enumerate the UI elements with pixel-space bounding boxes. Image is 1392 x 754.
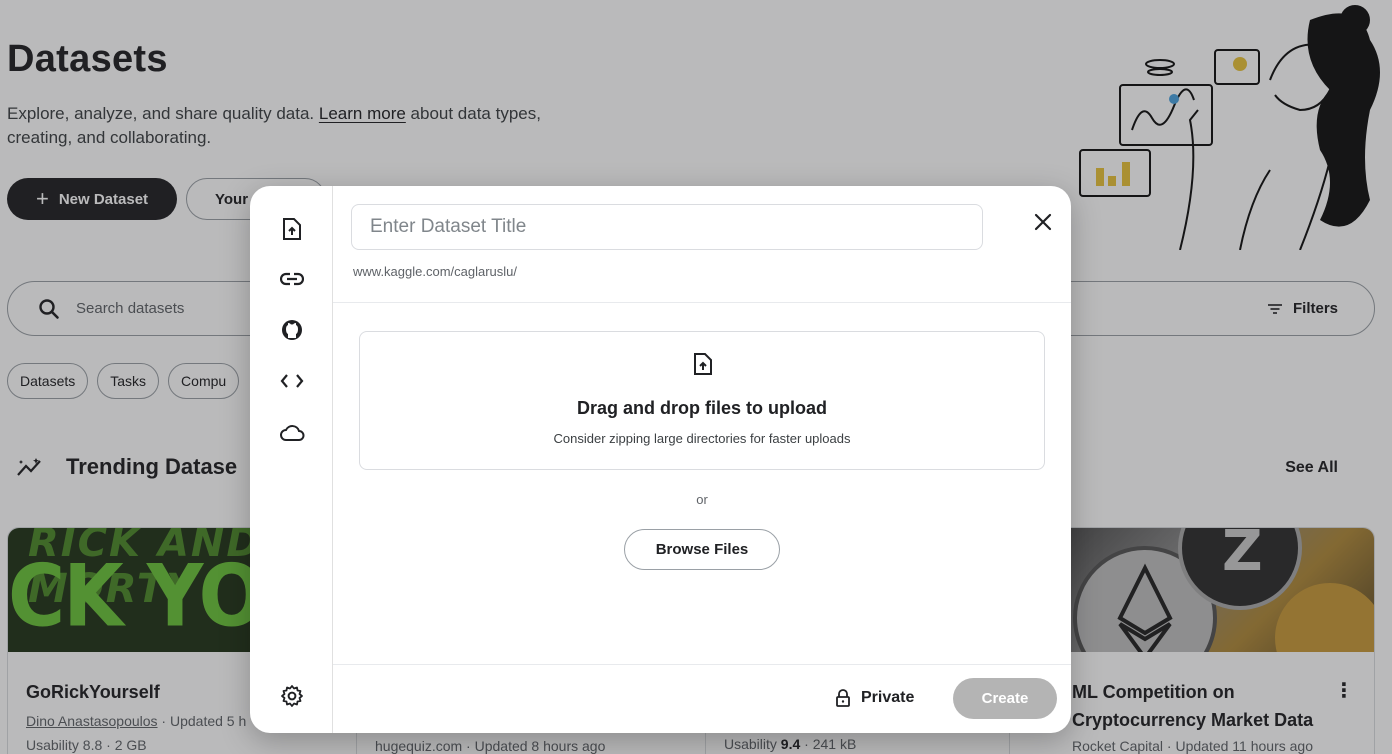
lock-icon	[836, 689, 850, 707]
dataset-title-input[interactable]	[351, 204, 983, 250]
new-dataset-modal: www.kaggle.com/caglaruslu/ Drag and drop…	[250, 186, 1071, 733]
browse-files-button[interactable]: Browse Files	[624, 529, 780, 570]
upload-file-button[interactable]	[277, 214, 307, 244]
github-source-button[interactable]	[277, 315, 307, 345]
settings-icon	[281, 685, 303, 707]
or-separator: or	[696, 492, 708, 507]
create-button[interactable]: Create	[953, 678, 1057, 719]
divider	[333, 302, 1071, 303]
close-icon	[1034, 213, 1052, 231]
upload-file-icon	[694, 353, 712, 375]
github-icon	[282, 320, 302, 340]
cloud-source-button[interactable]	[277, 418, 307, 448]
file-dropzone[interactable]: Drag and drop files to upload Consider z…	[359, 331, 1045, 470]
upload-source-sidebar	[250, 186, 333, 733]
code-source-button[interactable]	[277, 366, 307, 396]
close-button[interactable]	[1030, 209, 1056, 235]
dropzone-subtitle: Consider zipping large directories for f…	[553, 431, 851, 446]
cloud-icon	[280, 425, 305, 441]
dataset-url-prefix: www.kaggle.com/caglaruslu/	[353, 264, 518, 279]
privacy-toggle[interactable]: Private	[835, 688, 914, 708]
dropzone-title: Drag and drop files to upload	[576, 398, 827, 418]
upload-file-icon	[283, 218, 301, 240]
code-icon	[280, 374, 304, 388]
privacy-label: Private	[861, 689, 915, 706]
link-source-button[interactable]	[277, 264, 307, 294]
divider	[333, 664, 1071, 665]
settings-button[interactable]	[277, 681, 307, 711]
link-icon	[280, 272, 304, 286]
